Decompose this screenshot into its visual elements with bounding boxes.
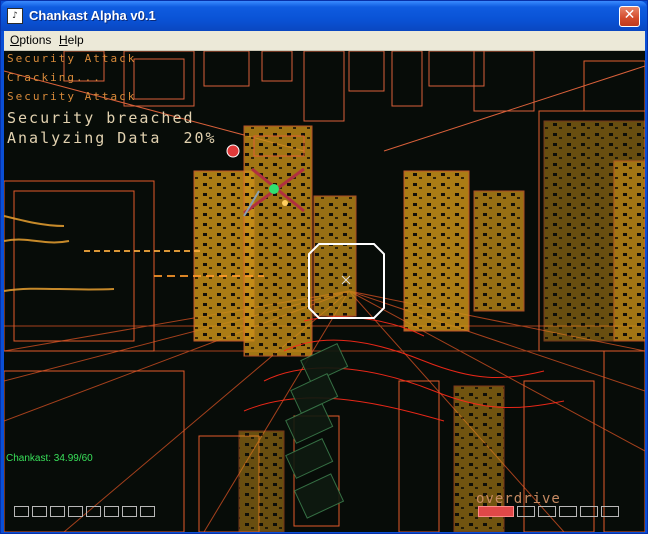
hud-status-breached: Security breached [7, 109, 195, 127]
hud-line-2: Cracking... [7, 71, 102, 84]
hud-line-3: Security Attack [7, 90, 137, 103]
menu-help[interactable]: Help [59, 33, 84, 47]
left-slot [140, 506, 155, 517]
menu-options-label: ptions [19, 33, 52, 47]
menu-help-label: elp [67, 33, 84, 47]
overdrive-slot [517, 506, 535, 517]
left-slot [104, 506, 119, 517]
menu-bar: Options Help [4, 31, 645, 51]
left-slot [68, 506, 83, 517]
left-slot [50, 506, 65, 517]
emulator-status: Chankast: 34.99/60 [6, 453, 93, 464]
overdrive-meter [478, 506, 619, 517]
title-bar[interactable]: ♪ Chankast Alpha v0.1 ✕ [1, 1, 647, 31]
left-slot [122, 506, 137, 517]
menu-options[interactable]: Options [10, 33, 51, 47]
app-icon[interactable]: ♪ [7, 8, 23, 24]
overdrive-slot [580, 506, 598, 517]
left-slot [32, 506, 47, 517]
overdrive-slot-filled [478, 506, 514, 517]
left-slot [86, 506, 101, 517]
left-slot-meter [14, 506, 155, 517]
overdrive-label: overdrive [476, 491, 561, 507]
left-slot [14, 506, 29, 517]
overdrive-slot [538, 506, 556, 517]
hud-line-1: Security Attack [7, 52, 137, 65]
window-title: Chankast Alpha v0.1 [29, 8, 156, 23]
menu-options-accel: O [10, 33, 20, 47]
app-window: ♪ Chankast Alpha v0.1 ✕ Options Help Sec… [0, 0, 648, 534]
close-button[interactable]: ✕ [619, 6, 640, 27]
overdrive-slot [559, 506, 577, 517]
enemy-drone [226, 144, 240, 158]
menu-help-accel: H [59, 33, 68, 47]
hud-status-analyzing: Analyzing Data 20% [7, 129, 217, 147]
overdrive-slot [601, 506, 619, 517]
game-viewport[interactable]: Security Attack Cracking... Security Att… [4, 51, 645, 532]
